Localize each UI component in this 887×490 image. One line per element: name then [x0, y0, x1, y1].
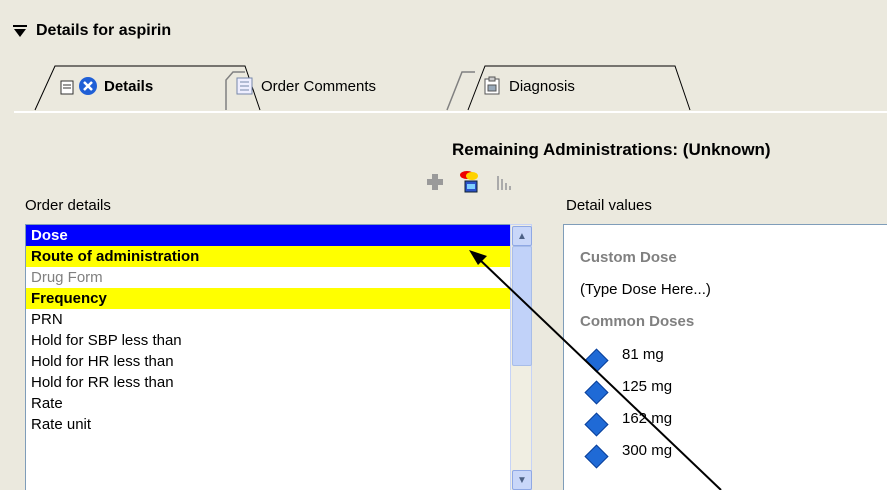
dose-diamond-icon: [584, 380, 609, 405]
add-icon[interactable]: [425, 172, 445, 197]
chart-icon[interactable]: [495, 172, 515, 197]
tab-order-comments[interactable]: Order Comments: [235, 64, 465, 108]
list-item-hold-sbp[interactable]: Hold for SBP less than: [26, 330, 511, 351]
list-item-frequency[interactable]: Frequency: [26, 288, 511, 309]
detail-values-panel: Custom Dose (Type Dose Here...) Common D…: [563, 224, 887, 490]
tab-diagnosis[interactable]: Diagnosis: [483, 64, 663, 108]
tab-details[interactable]: Details: [60, 64, 260, 108]
custom-dose-input[interactable]: (Type Dose Here...): [580, 281, 711, 298]
list-item-rate-unit[interactable]: Rate unit: [26, 414, 511, 435]
details-icon: [60, 76, 80, 96]
cancel-icon: [78, 76, 98, 96]
scroll-down-icon[interactable]: ▼: [512, 470, 532, 490]
details-header[interactable]: Details for aspirin: [12, 22, 171, 40]
list-item-prn[interactable]: PRN: [26, 309, 511, 330]
collapse-triangle-icon[interactable]: [12, 23, 28, 39]
diagnosis-icon: [483, 76, 503, 96]
tab-diagnosis-label: Diagnosis: [509, 77, 575, 95]
common-doses-header: Common Doses: [580, 313, 695, 330]
dose-option[interactable]: 300 mg: [622, 442, 672, 459]
comments-icon: [235, 76, 255, 96]
list-item-drug-form[interactable]: Drug Form: [26, 267, 511, 288]
list-item-hold-hr[interactable]: Hold for HR less than: [26, 351, 511, 372]
list-item-hold-rr[interactable]: Hold for RR less than: [26, 372, 511, 393]
tab-order-comments-label: Order Comments: [261, 77, 377, 95]
order-details-scrollbar[interactable]: ▲ ▼: [510, 224, 532, 490]
scroll-thumb[interactable]: [512, 246, 532, 366]
pills-icon[interactable]: [459, 170, 481, 199]
remaining-administrations: Remaining Administrations: (Unknown): [452, 140, 771, 159]
dose-diamond-icon: [584, 444, 609, 469]
custom-dose-header: Custom Dose: [580, 249, 677, 266]
scroll-up-icon[interactable]: ▲: [512, 226, 532, 246]
order-details-window: Details for aspirin Details Order Commen…: [0, 0, 887, 490]
list-item-dose[interactable]: Dose: [26, 225, 511, 246]
list-item-rate[interactable]: Rate: [26, 393, 511, 414]
dose-option[interactable]: 162 mg: [622, 410, 672, 427]
order-details-label: Order details: [25, 197, 111, 214]
order-details-list[interactable]: Dose Route of administration Drug Form F…: [25, 224, 511, 490]
dose-diamond-icon: [584, 412, 609, 437]
details-header-title: Details for aspirin: [36, 22, 172, 39]
tab-details-label: Details: [104, 77, 154, 95]
list-item-route[interactable]: Route of administration: [26, 246, 511, 267]
dose-option[interactable]: 81 mg: [622, 346, 664, 363]
detail-values-label: Detail values: [566, 197, 652, 214]
dose-diamond-icon: [584, 348, 609, 373]
dose-option[interactable]: 125 mg: [622, 378, 672, 395]
order-details-toolbar: [425, 170, 515, 199]
